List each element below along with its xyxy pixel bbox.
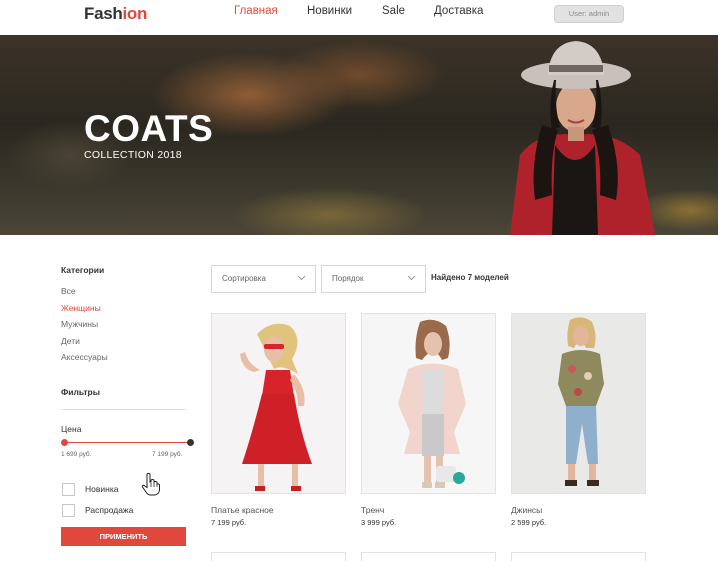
nav-item-delivery[interactable]: Доставка: [434, 5, 483, 17]
apply-filters-button[interactable]: ПРИМЕНИТЬ: [61, 527, 186, 546]
product-photo-red-dress: [212, 314, 345, 493]
product-name[interactable]: Тренч: [361, 505, 384, 515]
product-name[interactable]: Джинсы: [511, 505, 542, 515]
product-price: 2 599 руб.: [511, 518, 547, 527]
sort-select-label: Сортировка: [222, 274, 266, 283]
price-max-value: 7 199 руб.: [152, 451, 183, 458]
price-slider-min-handle[interactable]: [61, 439, 68, 446]
nav-item-new[interactable]: Новинки: [307, 5, 352, 17]
product-photo-jeans: [512, 314, 645, 493]
product-image-row2-3[interactable]: [511, 552, 646, 561]
hero-title: COATS: [84, 108, 214, 149]
price-slider-max-handle[interactable]: [187, 439, 194, 446]
price-label: Цена: [61, 424, 82, 434]
category-men[interactable]: Мужчины: [61, 319, 98, 329]
nav-item-home[interactable]: Главная: [234, 5, 278, 17]
category-accessories[interactable]: Аксессуары: [61, 352, 108, 362]
category-all[interactable]: Все: [61, 286, 76, 296]
sort-select[interactable]: Сортировка: [211, 265, 316, 293]
order-select-label: Порядок: [332, 274, 364, 283]
product-image-red-dress[interactable]: [211, 313, 346, 494]
user-badge[interactable]: User: admin: [554, 5, 624, 23]
product-price: 3 999 руб.: [361, 518, 397, 527]
site-header: Fashion Главная Новинки Sale Доставка Us…: [0, 0, 718, 35]
product-image-trench[interactable]: [361, 313, 496, 494]
logo-part-1: Fash: [84, 4, 123, 23]
product-image-row2-1[interactable]: [211, 552, 346, 561]
results-count: Найдено 7 моделей: [431, 273, 509, 282]
hero-banner: COATS COLLECTION 2018: [0, 35, 718, 235]
checkbox-new-label[interactable]: Новинка: [85, 484, 118, 494]
hand-cursor-icon: [141, 472, 160, 496]
chevron-down-icon: [297, 275, 306, 281]
product-name[interactable]: Платье красное: [211, 505, 274, 515]
filters-divider: [61, 409, 186, 410]
hero-model-image: [510, 41, 655, 235]
checkbox-new[interactable]: [62, 483, 75, 496]
nav-item-sale[interactable]: Sale: [382, 5, 405, 17]
category-kids[interactable]: Дети: [61, 336, 80, 346]
categories-title: Категории: [61, 265, 105, 275]
product-image-jeans[interactable]: [511, 313, 646, 494]
hero-subtitle: COLLECTION 2018: [84, 149, 182, 161]
chevron-down-icon: [407, 275, 416, 281]
product-price: 7 199 руб.: [211, 518, 247, 527]
price-slider-track[interactable]: [64, 441, 190, 443]
checkbox-sale[interactable]: [62, 504, 75, 517]
checkbox-sale-label[interactable]: Распродажа: [85, 505, 133, 515]
product-image-row2-2[interactable]: [361, 552, 496, 561]
product-photo-trench: [362, 314, 495, 493]
filters-title: Фильтры: [61, 387, 100, 397]
price-min-value: 1 699 руб.: [61, 451, 92, 458]
order-select[interactable]: Порядок: [321, 265, 426, 293]
logo-part-2: ion: [122, 4, 148, 23]
category-women[interactable]: Женщины: [61, 303, 101, 313]
site-logo[interactable]: Fashion: [84, 4, 147, 24]
